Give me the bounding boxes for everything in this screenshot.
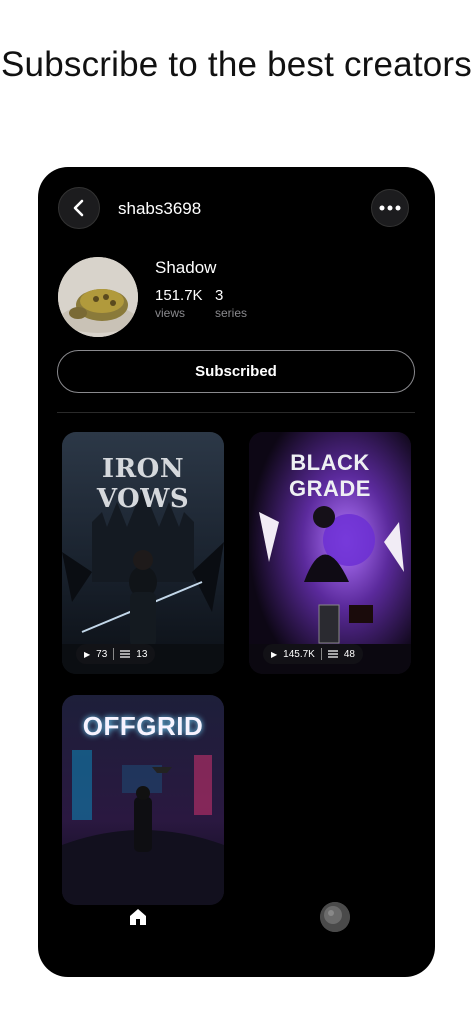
more-options-button[interactable]	[371, 189, 409, 227]
subscribe-button[interactable]: Subscribed	[57, 350, 415, 393]
username-title: shabs3698	[118, 199, 202, 218]
creator-name: Shadow	[155, 258, 217, 277]
series-views: 145.7K	[283, 648, 315, 660]
page-headline: Subscribe to the best creators	[1, 45, 472, 84]
chevron-left-icon	[73, 199, 84, 217]
series-meta: ▶ 73 13	[76, 644, 156, 664]
play-icon: ▶	[271, 649, 278, 659]
series-card-black-grade[interactable]: BLACK GRADE ▶ 145.7K 48	[249, 432, 411, 674]
home-icon[interactable]	[128, 907, 148, 927]
series-episodes: 13	[136, 648, 148, 660]
series-card-iron-vows[interactable]: IRON VOWS ▶ 73 13	[62, 432, 224, 674]
ellipsis-icon	[379, 205, 401, 211]
views-stat: 151.7K views	[155, 287, 203, 320]
series-meta: ▶ 145.7K 48	[263, 644, 363, 664]
divider	[57, 412, 415, 413]
series-value: 3	[215, 287, 224, 304]
phone-screen: shabs3698 Shadow 151.7K views 3 series S…	[38, 167, 435, 977]
series-title: BLACK GRADE	[289, 450, 371, 501]
series-card-offgrid[interactable]: OFFGRID	[62, 695, 224, 905]
back-button[interactable]	[58, 187, 100, 229]
bottom-navigation	[38, 897, 435, 977]
series-stat: 3 series	[215, 287, 247, 320]
series-title: OFFGRID	[82, 711, 204, 741]
views-label: views	[155, 306, 186, 320]
series-episodes: 48	[343, 648, 355, 660]
series-views: 73	[96, 648, 108, 660]
series-title: IRON VOWS	[96, 454, 190, 514]
list-icon	[327, 650, 338, 658]
list-icon	[120, 650, 131, 658]
views-value: 151.7K	[155, 287, 203, 304]
play-icon: ▶	[84, 649, 91, 659]
profile-nav-avatar[interactable]	[320, 902, 350, 932]
creator-avatar[interactable]	[58, 257, 138, 337]
series-label: series	[215, 306, 248, 320]
top-bar: shabs3698	[38, 167, 435, 247]
